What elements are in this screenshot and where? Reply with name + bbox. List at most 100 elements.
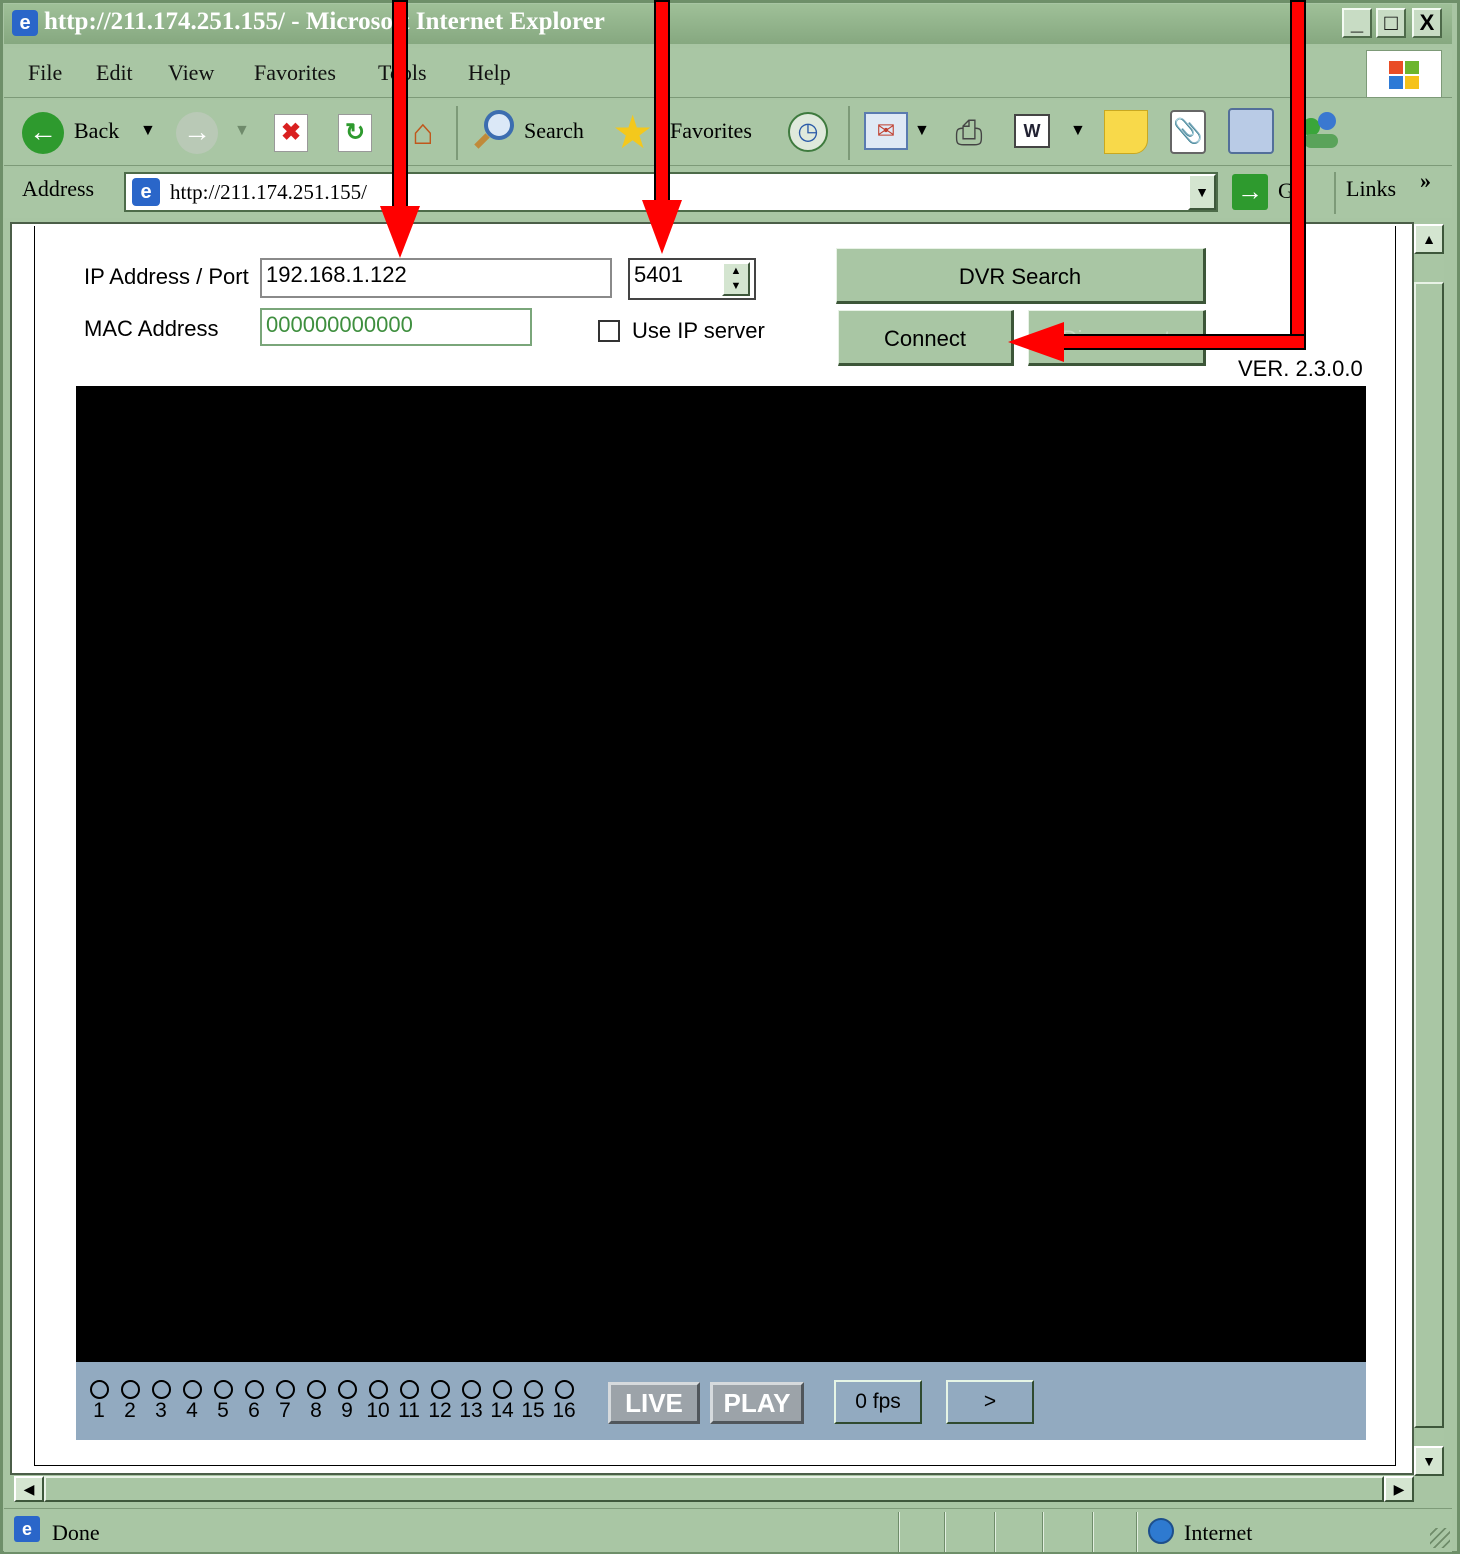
next-button[interactable]: >: [946, 1380, 1034, 1424]
channel-radio-icon: [213, 1380, 233, 1399]
security-zone-text: Internet: [1184, 1520, 1253, 1545]
ie-page-icon: e: [12, 10, 38, 36]
live-button[interactable]: LIVE: [608, 1382, 700, 1424]
mac-address-input[interactable]: 000000000000: [260, 308, 532, 346]
channel-radio-icon: [461, 1380, 481, 1399]
annotation-arrow-connect-head: [1008, 322, 1064, 362]
menu-help[interactable]: Help: [468, 60, 511, 86]
channel-number: 14: [490, 1399, 514, 1422]
version-label: VER. 2.3.0.0: [1238, 356, 1363, 381]
page-icon: e: [132, 178, 160, 206]
channel-8-toggle[interactable]: 8: [301, 1380, 331, 1423]
channel-15-toggle[interactable]: 15: [518, 1380, 548, 1423]
back-arrow-icon[interactable]: ←: [22, 112, 64, 154]
search-button[interactable]: Search: [524, 118, 584, 144]
channel-1-toggle[interactable]: 1: [84, 1380, 114, 1423]
channel-12-toggle[interactable]: 12: [425, 1380, 455, 1423]
back-dropdown-icon[interactable]: ▼: [140, 122, 156, 140]
port-spinner[interactable]: ▲ ▼: [722, 262, 750, 296]
close-button[interactable]: X: [1412, 8, 1442, 38]
forward-dropdown-icon[interactable]: ▼: [234, 122, 250, 140]
channel-5-toggle[interactable]: 5: [208, 1380, 238, 1423]
go-arrow-icon[interactable]: →: [1232, 174, 1268, 210]
play-button[interactable]: PLAY: [710, 1382, 804, 1424]
channel-4-toggle[interactable]: 4: [177, 1380, 207, 1423]
channel-7-toggle[interactable]: 7: [270, 1380, 300, 1423]
horizontal-scroll-thumb[interactable]: [44, 1476, 1384, 1502]
use-ip-server-checkbox[interactable]: [598, 320, 620, 342]
ip-address-input[interactable]: 192.168.1.122: [260, 258, 612, 298]
links-chevron-icon[interactable]: »: [1420, 168, 1431, 194]
connect-button[interactable]: Connect: [838, 310, 1014, 366]
channel-9-toggle[interactable]: 9: [332, 1380, 362, 1423]
channel-number: 8: [310, 1399, 322, 1422]
forward-arrow-icon[interactable]: →: [176, 112, 218, 154]
status-divider: [1092, 1512, 1094, 1552]
refresh-icon[interactable]: ↻: [338, 114, 372, 152]
note-icon[interactable]: [1104, 110, 1148, 154]
channel-3-toggle[interactable]: 3: [146, 1380, 176, 1423]
minimize-button[interactable]: _: [1342, 8, 1372, 38]
back-button[interactable]: Back: [74, 118, 119, 144]
annotation-arrow-port-head: [642, 200, 682, 254]
attachment-icon[interactable]: 📎: [1170, 110, 1206, 154]
home-icon[interactable]: ⌂: [402, 110, 444, 154]
channel-14-toggle[interactable]: 14: [487, 1380, 517, 1423]
fps-display: 0 fps: [834, 1380, 922, 1424]
address-dropdown-icon[interactable]: ▼: [1188, 174, 1216, 210]
stop-icon[interactable]: ✖: [274, 114, 308, 152]
page-status-icon: e: [14, 1516, 40, 1542]
channel-13-toggle[interactable]: 13: [456, 1380, 486, 1423]
print-icon[interactable]: ⎙: [946, 112, 992, 154]
scroll-right-icon[interactable]: ▶: [1384, 1476, 1414, 1502]
history-icon[interactable]: ◷: [788, 112, 828, 152]
dvr-search-button[interactable]: DVR Search: [836, 248, 1206, 304]
channel-radio-icon: [182, 1380, 202, 1399]
mail-dropdown-icon[interactable]: ▼: [914, 122, 930, 140]
channel-number: 2: [124, 1399, 136, 1422]
address-label: Address: [22, 176, 95, 201]
address-url[interactable]: http://211.174.251.155/: [170, 180, 367, 205]
channel-number: 6: [248, 1399, 260, 1422]
menu-view[interactable]: View: [168, 60, 214, 86]
menu-edit[interactable]: Edit: [96, 60, 133, 86]
vertical-scroll-thumb[interactable]: [1414, 282, 1444, 1428]
channel-radio-icon: [554, 1380, 574, 1399]
edit-word-icon[interactable]: W: [1014, 114, 1050, 148]
channel-2-toggle[interactable]: 2: [115, 1380, 145, 1423]
scroll-left-icon[interactable]: ◀: [14, 1476, 44, 1502]
channel-radio-icon: [523, 1380, 543, 1399]
channel-6-toggle[interactable]: 6: [239, 1380, 269, 1423]
scroll-down-icon[interactable]: ▼: [1414, 1446, 1444, 1476]
menu-file[interactable]: File: [28, 60, 62, 86]
favorites-button[interactable]: Favorites: [670, 118, 752, 144]
channel-radio-icon: [151, 1380, 171, 1399]
channel-radio-icon: [337, 1380, 357, 1399]
channel-10-toggle[interactable]: 10: [363, 1380, 393, 1423]
channel-radio-icon: [399, 1380, 419, 1399]
channel-radio-icon: [89, 1380, 109, 1399]
menu-favorites[interactable]: Favorites: [254, 60, 336, 86]
annotation-arrow-port-shaft: [654, 0, 670, 206]
channel-number: 13: [459, 1399, 483, 1422]
status-divider: [944, 1512, 946, 1552]
mail-icon[interactable]: ✉: [864, 112, 908, 150]
resize-grip-icon[interactable]: [1430, 1528, 1450, 1548]
search-icon[interactable]: [470, 108, 514, 152]
channel-11-toggle[interactable]: 11: [394, 1380, 424, 1423]
edit-dropdown-icon[interactable]: ▼: [1070, 122, 1086, 140]
toolbar-divider: [848, 106, 850, 160]
maximize-button[interactable]: □: [1376, 8, 1406, 38]
scroll-up-icon[interactable]: ▲: [1414, 224, 1444, 254]
research-icon[interactable]: [1228, 108, 1274, 154]
toolbar-divider: [1334, 172, 1336, 214]
favorites-star-icon[interactable]: ★: [612, 104, 653, 160]
status-divider: [1136, 1512, 1138, 1552]
video-display[interactable]: [76, 386, 1366, 1362]
menu-bar: [4, 48, 1452, 98]
channel-16-toggle[interactable]: 16: [549, 1380, 579, 1423]
links-button[interactable]: Links: [1346, 176, 1396, 202]
channel-number: 5: [217, 1399, 229, 1422]
channel-selector: 1 2 3 4 5 6 7 8 9 10 11 12 13 14 15 16: [82, 1380, 582, 1432]
mac-address-label: MAC Address: [84, 316, 219, 341]
